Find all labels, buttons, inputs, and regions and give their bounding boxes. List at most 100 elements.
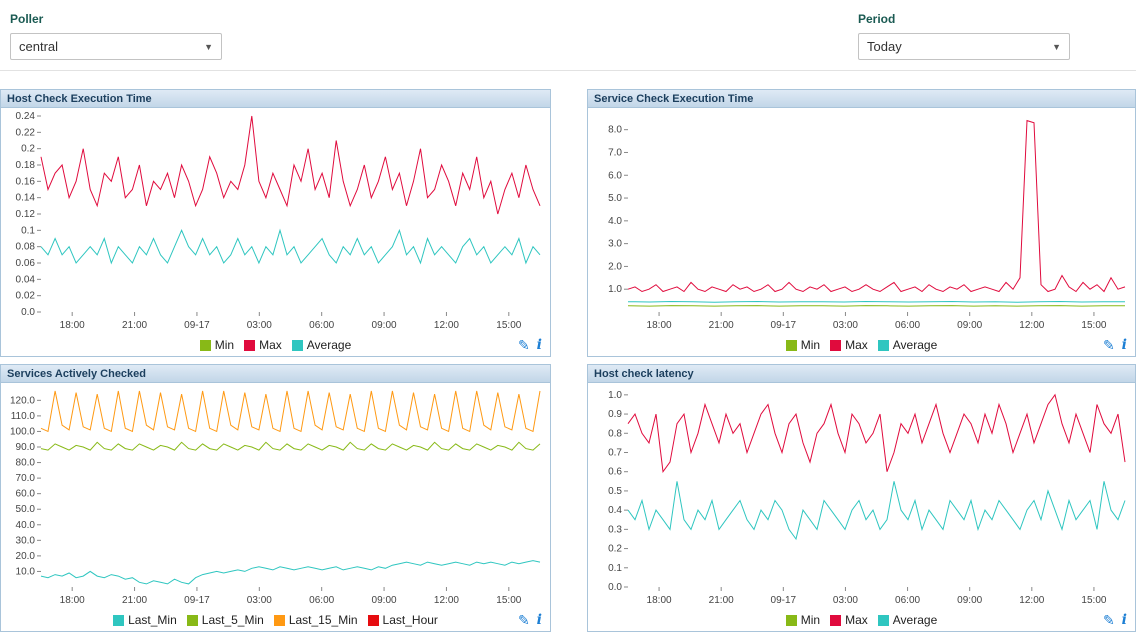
- legend-swatch: [368, 615, 379, 626]
- legend-swatch: [830, 340, 841, 351]
- edit-icon[interactable]: ✎: [518, 336, 530, 354]
- info-icon[interactable]: i: [1122, 611, 1127, 629]
- legend-item-last_15_min: Last_15_Min: [274, 613, 358, 627]
- period-selected-value: Today: [867, 39, 902, 54]
- y-tick-label: 0.18: [16, 160, 36, 171]
- legend-item-min: Min: [200, 338, 234, 352]
- x-tick-label: 09-17: [771, 595, 797, 606]
- y-tick-label: 0.0: [608, 582, 622, 593]
- x-tick-label: 03:00: [833, 595, 858, 606]
- y-tick-label: 1.0: [608, 390, 622, 401]
- legend-items: Min Max Average: [781, 613, 943, 627]
- edit-icon[interactable]: ✎: [1103, 336, 1115, 354]
- poller-select[interactable]: central ▼: [10, 33, 222, 60]
- legend-items: MinMaxAverage: [195, 338, 357, 352]
- y-tick-label: 0.04: [16, 274, 36, 285]
- legend-item-max: Max: [830, 613, 868, 627]
- legend-label: Last_5_Min: [202, 613, 264, 627]
- y-tick-label: 4.0: [608, 216, 622, 227]
- legend-item-average: Average: [878, 613, 937, 627]
- x-tick-label: 03:00: [833, 320, 858, 331]
- x-tick-label: 09-17: [771, 320, 797, 331]
- x-tick-label: 21:00: [709, 320, 734, 331]
- y-tick-label: 0.2: [21, 144, 35, 155]
- x-tick-label: 18:00: [647, 595, 672, 606]
- host-check-latency-chart: 0.00.10.20.30.40.50.60.70.80.91.018:0021…: [588, 383, 1135, 609]
- y-tick-label: 2.0: [608, 261, 622, 272]
- series-line-last_min: [41, 561, 540, 584]
- y-tick-label: 0.5: [608, 486, 622, 497]
- x-tick-label: 03:00: [247, 595, 272, 606]
- series-line-max: [628, 395, 1125, 472]
- x-tick-label: 15:00: [1081, 595, 1106, 606]
- legend-swatch: [244, 340, 255, 351]
- panel-icons: ✎ i: [1103, 336, 1127, 354]
- edit-icon[interactable]: ✎: [1103, 611, 1115, 629]
- legend-swatch: [274, 615, 285, 626]
- x-tick-label: 21:00: [709, 595, 734, 606]
- panel-service-check-execution-time: Service Check Execution Time 1.02.03.04.…: [587, 89, 1136, 357]
- y-tick-label: 0.1: [21, 225, 35, 236]
- x-tick-label: 21:00: [122, 595, 147, 606]
- y-tick-label: 0.6: [608, 467, 622, 478]
- legend-label: Last_Min: [128, 613, 177, 627]
- legend-item-min: Min: [786, 338, 820, 352]
- services-actively-checked-chart: 10.020.030.040.050.060.070.080.090.0100.…: [1, 383, 550, 609]
- y-tick-label: 3.0: [608, 239, 622, 250]
- panel-host-check-execution-time: Host Check Execution Time 0.00.020.040.0…: [0, 89, 551, 357]
- legend-swatch: [878, 340, 889, 351]
- info-icon[interactable]: i: [537, 611, 542, 629]
- x-tick-label: 06:00: [895, 595, 920, 606]
- panel-title: Host check latency: [588, 365, 1135, 383]
- y-tick-label: 80.0: [16, 458, 36, 469]
- host-check-execution-time-plot: 0.00.020.040.060.080.10.120.140.160.180.…: [1, 108, 550, 334]
- info-icon[interactable]: i: [537, 336, 542, 354]
- y-tick-label: 30.0: [16, 535, 36, 546]
- y-tick-label: 50.0: [16, 504, 36, 515]
- x-tick-label: 09:00: [957, 320, 982, 331]
- series-line-last_15_min: [41, 391, 540, 431]
- x-tick-label: 18:00: [60, 320, 85, 331]
- legend-swatch: [878, 615, 889, 626]
- x-tick-label: 15:00: [496, 595, 521, 606]
- x-tick-label: 12:00: [434, 320, 459, 331]
- x-tick-label: 03:00: [247, 320, 272, 331]
- panel-title: Services Actively Checked: [1, 365, 550, 383]
- period-select[interactable]: Today ▼: [858, 33, 1070, 60]
- x-tick-label: 15:00: [1081, 320, 1106, 331]
- y-tick-label: 110.0: [11, 411, 36, 422]
- y-tick-label: 60.0: [16, 489, 36, 500]
- legend-label: Min: [801, 338, 820, 352]
- info-icon[interactable]: i: [1122, 336, 1127, 354]
- y-tick-label: 6.0: [608, 170, 622, 181]
- service-check-execution-time-chart: 1.02.03.04.05.06.07.08.018:0021:0009-170…: [588, 108, 1135, 334]
- legend-items: Last_MinLast_5_MinLast_15_MinLast_Hour: [108, 613, 443, 627]
- y-tick-label: 20.0: [16, 551, 36, 562]
- chart-legend: MinMaxAverage ✎ i: [1, 334, 550, 356]
- y-tick-label: 7.0: [608, 147, 622, 158]
- panel-icons: ✎ i: [518, 336, 542, 354]
- legend-swatch: [786, 615, 797, 626]
- series-line-average: [41, 230, 540, 263]
- x-tick-label: 12:00: [434, 595, 459, 606]
- y-tick-label: 0.16: [16, 176, 36, 187]
- legend-items: MinMaxAverage: [781, 338, 943, 352]
- poller-filter: Poller central ▼: [10, 12, 222, 60]
- x-tick-label: 09:00: [957, 595, 982, 606]
- y-tick-label: 0.02: [16, 291, 36, 302]
- y-tick-label: 10.0: [16, 566, 36, 577]
- legend-item-min: Min: [786, 613, 820, 627]
- y-tick-label: 0.08: [16, 242, 36, 253]
- legend-label: Last_15_Min: [289, 613, 358, 627]
- legend-label: Min: [801, 613, 820, 627]
- panel-services-actively-checked: Services Actively Checked 10.020.030.040…: [0, 364, 551, 632]
- legend-item-max: Max: [244, 338, 282, 352]
- x-tick-label: 18:00: [60, 595, 85, 606]
- x-tick-label: 06:00: [309, 595, 334, 606]
- y-tick-label: 1.0: [608, 284, 622, 295]
- edit-icon[interactable]: ✎: [518, 611, 530, 629]
- legend-item-last_min: Last_Min: [113, 613, 177, 627]
- chevron-down-icon: ▼: [204, 42, 213, 52]
- series-line-average: [628, 302, 1125, 303]
- host-check-latency-plot: 0.00.10.20.30.40.50.60.70.80.91.018:0021…: [588, 383, 1135, 609]
